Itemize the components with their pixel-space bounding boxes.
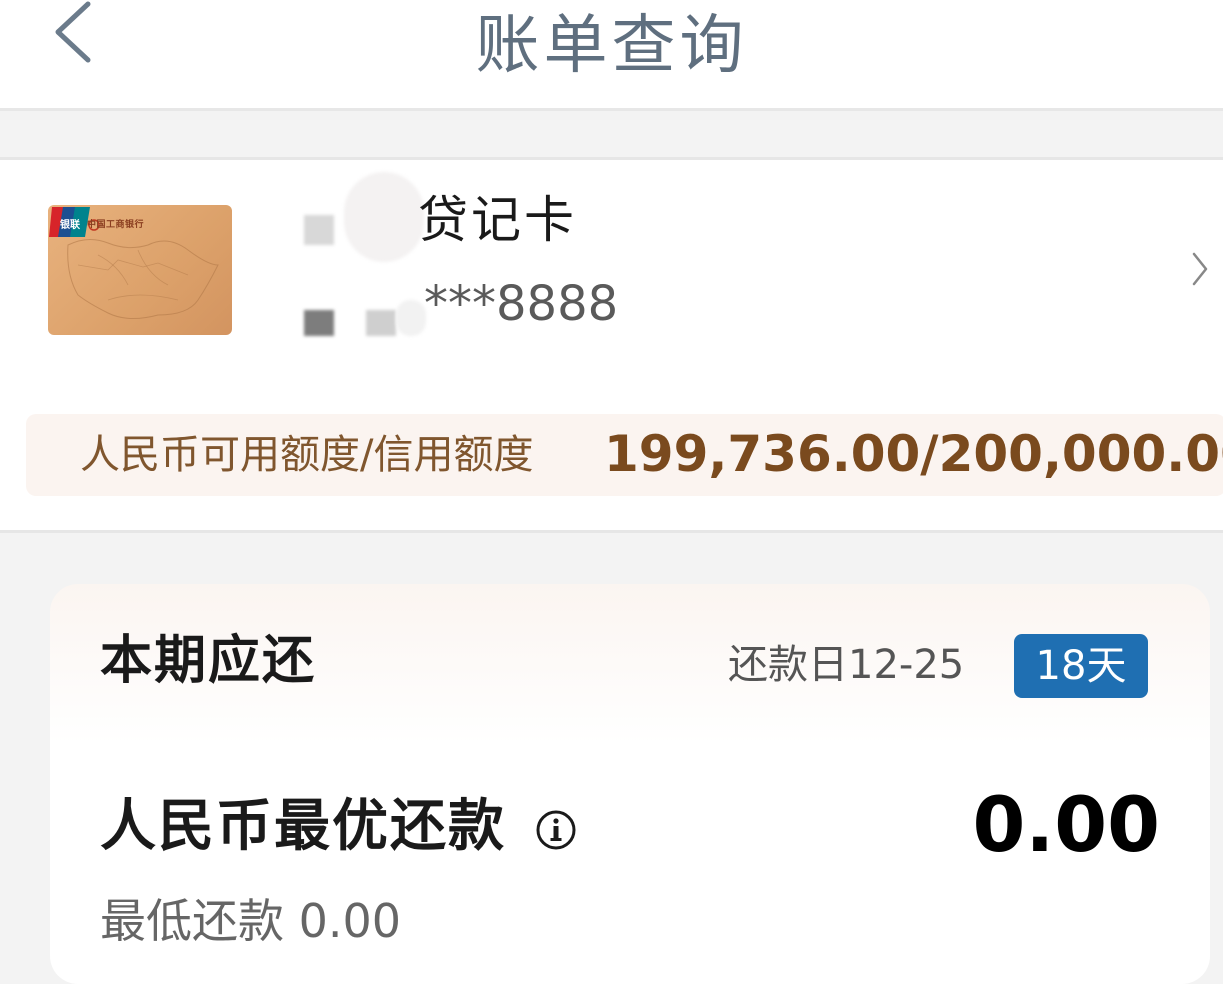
current-bill-title: 本期应还 [100, 631, 317, 691]
obscured-name-block [304, 310, 334, 336]
chevron-right-icon[interactable] [1190, 250, 1210, 288]
minimum-payment: 最低还款 0.00 [100, 894, 402, 948]
optimal-payment-amount: 0.00 [972, 780, 1160, 869]
days-remaining-badge: 18天 [1014, 634, 1148, 698]
credit-limit-label: 人民币可用额度/信用额度 [80, 432, 534, 478]
credit-limit-bar: 人民币可用额度/信用额度 199,736.00/200,000.00 [26, 414, 1223, 496]
page-title: 账单查询 [475, 9, 748, 83]
credit-limit-value: 199,736.00/200,000.00 [604, 425, 1223, 483]
svg-text:银联: 银联 [60, 218, 80, 231]
card-image: ICBC 中国工商银行 银联 [48, 205, 232, 335]
header-bar: 账单查询 [0, 0, 1223, 111]
due-date-label: 还款日12-25 [728, 642, 965, 688]
obscured-name-block [396, 300, 426, 336]
card-number: ***8888 [424, 276, 619, 332]
card-row[interactable]: ICBC 中国工商银行 银联 [0, 157, 1223, 383]
obscured-name-block [366, 310, 396, 336]
optimal-payment-label: 人民币最优还款 [100, 794, 506, 859]
obscured-name-block [304, 215, 334, 245]
card-name: 贷记卡 [418, 191, 577, 249]
obscured-name-block [344, 172, 424, 262]
info-icon[interactable] [534, 808, 578, 852]
credit-limit-section: 人民币可用额度/信用额度 199,736.00/200,000.00 [0, 380, 1223, 533]
unionpay-logo: 银联 [49, 207, 90, 237]
